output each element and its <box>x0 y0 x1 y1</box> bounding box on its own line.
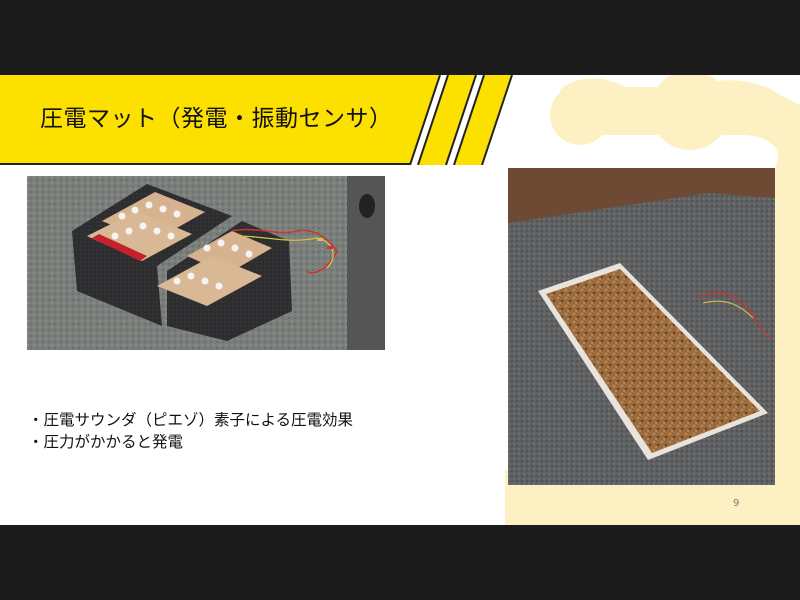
slide-title: 圧電マット（発電・振動センサ） <box>40 106 393 132</box>
bullet-item: ・圧電サウンダ（ピエゾ）素子による圧電効果 <box>28 411 354 429</box>
bullet-list: ・圧電サウンダ（ピエゾ）素子による圧電効果 ・圧力がかかると発電 <box>28 409 448 453</box>
letterbox-top <box>0 0 800 75</box>
covered-mat-photo <box>508 168 775 485</box>
letterbox-bottom <box>0 525 800 600</box>
bullet-item: ・圧力がかかると発電 <box>28 433 184 451</box>
slide: 圧電マット（発電・振動センサ） ・圧電サウンダ（ピエゾ）素子による圧電効果 ・圧… <box>0 75 800 525</box>
piezo-mat-photo <box>27 176 385 350</box>
page-number: 9 <box>733 498 740 509</box>
